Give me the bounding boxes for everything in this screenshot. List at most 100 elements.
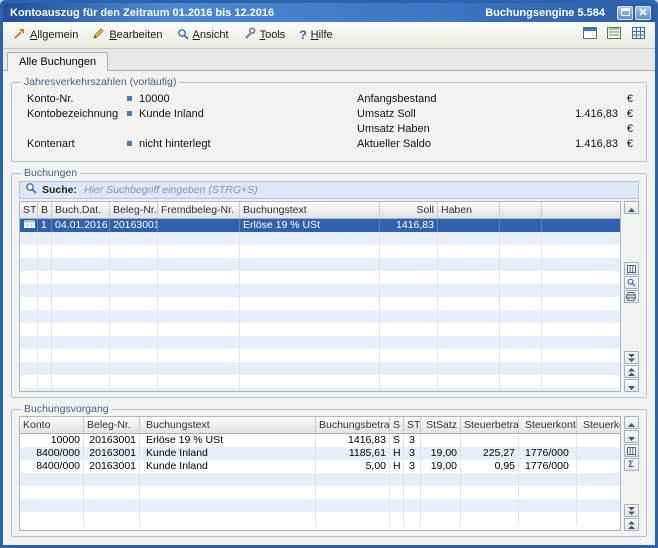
column-header-fremdbelegnr[interactable]: Fremdbeleg-Nr. (158, 202, 240, 219)
open-window-button[interactable] (580, 26, 600, 45)
wrench-icon (243, 27, 256, 43)
empty-cell (390, 473, 404, 486)
column-header-empty[interactable] (500, 202, 542, 219)
empty-cell (380, 375, 438, 388)
empty-cell (158, 258, 240, 271)
field-label: Umsatz Soll (357, 108, 526, 120)
empty-cell (542, 297, 620, 310)
cell-buchungsbetrag: 5,00 (316, 460, 390, 473)
column-header-haben[interactable]: Haben (438, 202, 500, 219)
empty-cell (110, 323, 158, 336)
column-header-stsatz[interactable]: StSatz (421, 417, 461, 434)
search-bar[interactable]: Suche: (19, 181, 639, 199)
empty-row[interactable] (20, 362, 620, 375)
column-chooser-button[interactable] (624, 444, 639, 457)
menu-hilfe[interactable]: ? Hilfe (293, 25, 340, 45)
cell-belegnr: 20163001 (84, 434, 140, 447)
empty-cell (438, 258, 500, 271)
search-label: Suche: (42, 184, 77, 196)
empty-row[interactable] (20, 271, 620, 284)
menu-allgemein[interactable]: Allgemein (7, 23, 86, 47)
column-header-steuerkonto2[interactable]: Steuerkonto 2 (577, 417, 620, 434)
restore-icon (621, 7, 630, 19)
empty-row[interactable] (20, 310, 620, 323)
cell-st: 3 (404, 434, 421, 447)
empty-row[interactable] (20, 486, 620, 499)
empty-cell (140, 499, 316, 512)
empty-row[interactable] (20, 388, 620, 392)
empty-row[interactable] (20, 499, 620, 512)
column-header-belegnr[interactable]: Beleg-Nr. (110, 202, 158, 219)
empty-row[interactable] (20, 375, 620, 388)
empty-row[interactable] (20, 349, 620, 362)
menu-tools[interactable]: Tools (237, 23, 294, 47)
empty-cell (316, 499, 390, 512)
grid-view-button[interactable] (628, 26, 648, 45)
menu-bearbeiten[interactable]: Bearbeiten (86, 23, 170, 47)
sum-row-button[interactable]: Σ (624, 458, 639, 471)
empty-row[interactable] (20, 245, 620, 258)
column-header-buchungstext[interactable]: Buchungstext (140, 417, 316, 434)
empty-cell (500, 271, 542, 284)
empty-cell (240, 336, 380, 349)
vorgang-row[interactable]: 8400/000 20163001 Kunde Inland 1185,61 H… (20, 447, 620, 460)
menu-label: Allgemein (30, 29, 78, 41)
close-button[interactable] (635, 6, 651, 20)
empty-row[interactable] (20, 336, 620, 349)
empty-cell (38, 284, 52, 297)
empty-row[interactable] (20, 512, 620, 525)
cell-konto: 10000 (20, 434, 84, 447)
cell-steuerkonto2 (577, 460, 620, 473)
column-header-st[interactable]: ST (404, 417, 421, 434)
column-header-buchungsbetrag[interactable]: Buchungsbetrag (316, 417, 390, 434)
empty-row[interactable] (20, 284, 620, 297)
empty-cell (542, 375, 620, 388)
empty-cell (240, 310, 380, 323)
empty-row[interactable] (20, 473, 620, 486)
empty-cell (158, 362, 240, 375)
summary-right: Anfangsbestand € Umsatz Soll 1.416,83 € … (357, 91, 635, 151)
restore-button[interactable] (617, 6, 633, 20)
cell-soll: 1416,83 (380, 219, 438, 232)
bookings-empty-rows (20, 232, 620, 392)
grid-icon (632, 26, 645, 44)
cell-steuerkonto2 (577, 434, 620, 447)
scroll-up-button[interactable] (624, 201, 639, 214)
empty-cell (542, 323, 620, 336)
vorgang-row[interactable]: 10000 20163001 Erlöse 19 % USt 1416,83 S… (20, 434, 620, 447)
menu-ansicht[interactable]: Ansicht (171, 24, 237, 47)
field-kontenart: Kontenart nicht hinterlegt (27, 136, 357, 151)
empty-cell (461, 473, 519, 486)
column-header-buchungstext[interactable]: Buchungstext (240, 202, 380, 219)
column-header-konto[interactable]: Konto (20, 417, 84, 434)
vorgang-row[interactable]: 8400/000 20163001 Kunde Inland 5,00 H 3 … (20, 460, 620, 473)
print-button[interactable] (624, 290, 639, 303)
empty-cell (52, 258, 110, 271)
search-input[interactable] (82, 183, 633, 197)
empty-cell (316, 512, 390, 525)
empty-cell (390, 499, 404, 512)
column-header-s[interactable]: S (390, 417, 404, 434)
vorgang-empty-rows (20, 473, 620, 525)
page-up-button[interactable] (624, 518, 639, 531)
export-table-button[interactable] (604, 26, 624, 45)
scroll-down-button[interactable] (624, 379, 639, 392)
cell-fremdbelegnr (158, 219, 240, 232)
empty-row[interactable] (20, 232, 620, 245)
tab-alle-buchungen[interactable]: Alle Buchungen (7, 52, 108, 71)
empty-row[interactable] (20, 323, 620, 336)
empty-cell (542, 284, 620, 297)
column-header-st[interactable]: ST (20, 202, 38, 219)
empty-row[interactable] (20, 258, 620, 271)
column-header-buchdat[interactable]: Buch.Dat. (52, 202, 110, 219)
export-icon (607, 26, 621, 44)
column-header-b[interactable]: B (38, 202, 52, 219)
empty-row[interactable] (20, 297, 620, 310)
column-header-steuerkonto1[interactable]: Steuerkonto 1 (519, 417, 577, 434)
column-header-soll[interactable]: Soll (380, 202, 438, 219)
titlebar[interactable]: Kontoauszug für den Zeitraum 01.2016 bis… (3, 3, 655, 22)
booking-row[interactable]: 1 04.01.2016 20163001 Erlöse 19 % USt 14… (20, 219, 620, 232)
empty-cell (421, 499, 461, 512)
column-header-steuerbetrag[interactable]: Steuerbetrag (461, 417, 519, 434)
column-header-belegnr[interactable]: Beleg-Nr. (84, 417, 140, 434)
